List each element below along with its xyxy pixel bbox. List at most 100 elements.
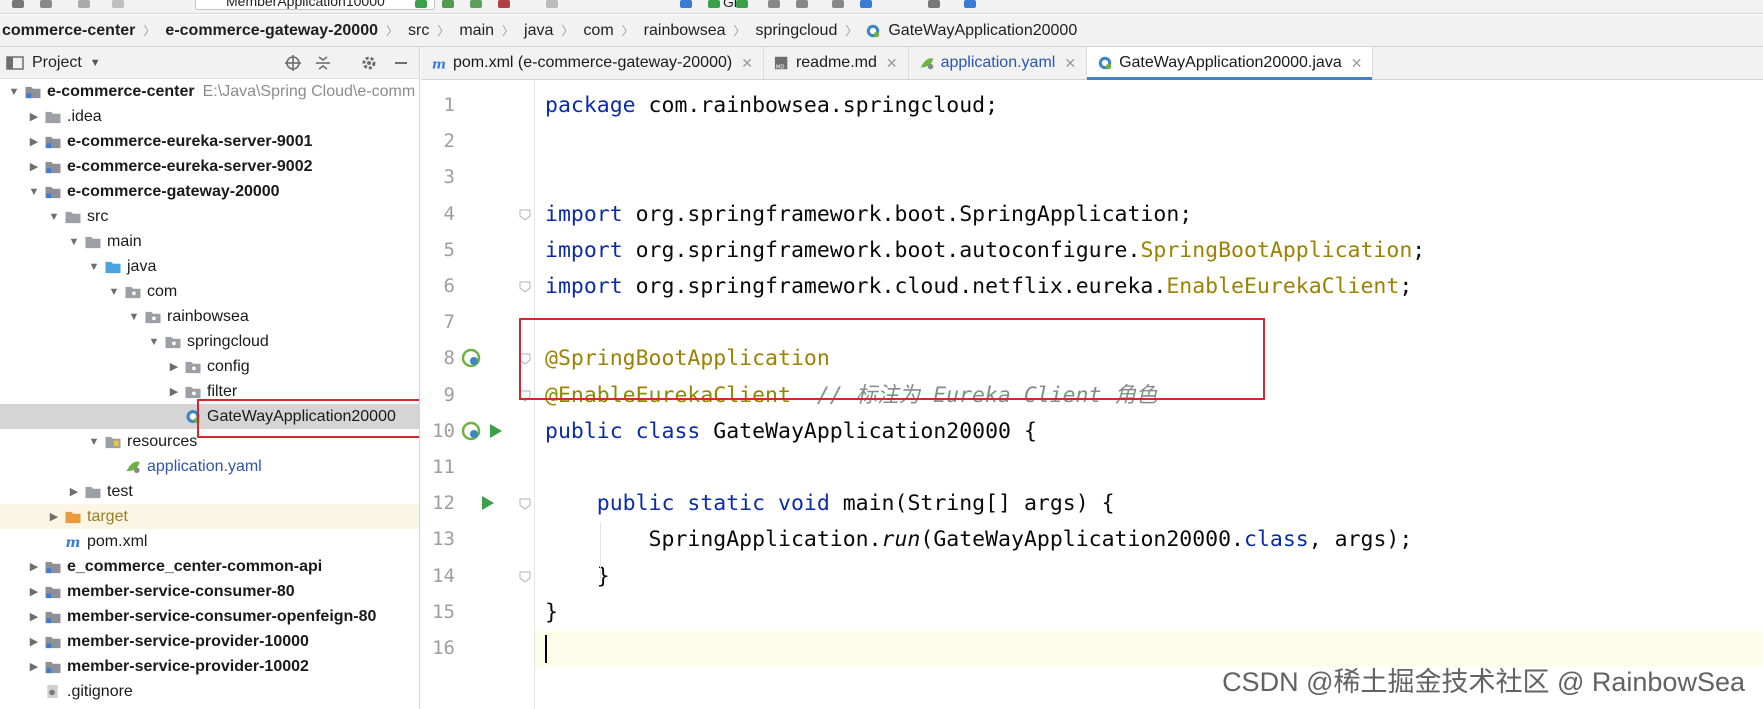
close-icon[interactable]: ✕ bbox=[1064, 55, 1076, 72]
tree-item[interactable]: ▶ member-service-consumer-80 bbox=[0, 579, 419, 604]
history-icon[interactable] bbox=[768, 0, 780, 8]
structure-icon[interactable] bbox=[860, 0, 872, 8]
tree-item[interactable]: ▶ target bbox=[0, 504, 419, 529]
fold-marker-icon[interactable] bbox=[519, 353, 531, 366]
tree-item[interactable]: ▼ e-commerce-gateway-20000 bbox=[0, 179, 419, 204]
editor-tab[interactable]: application.yaml ✕ bbox=[909, 47, 1088, 79]
locate-icon[interactable] bbox=[284, 54, 302, 72]
fold-marker-icon[interactable] bbox=[519, 390, 531, 402]
coverage-icon[interactable] bbox=[470, 0, 482, 8]
spring-bean-icon[interactable] bbox=[461, 348, 481, 368]
collapse-arrow-icon[interactable]: ▶ bbox=[166, 385, 182, 398]
breadcrumb-item[interactable]: e-commerce-gateway-20000 〉 bbox=[163, 22, 406, 40]
tree-item-label: java bbox=[127, 257, 157, 275]
tree-item[interactable]: ▼ java bbox=[0, 254, 419, 279]
tree-item[interactable]: ▶ test bbox=[0, 479, 419, 504]
tree-item[interactable]: ▼ springcloud bbox=[0, 329, 419, 354]
expand-arrow-icon[interactable]: ▼ bbox=[86, 436, 102, 448]
run-gutter-icon[interactable] bbox=[477, 493, 497, 513]
editor-tab[interactable]: m pom.xml (e-commerce-gateway-20000) ✕ bbox=[421, 47, 764, 79]
editor-tab[interactable]: GateWayApplication20000.java ✕ bbox=[1087, 47, 1374, 80]
breadcrumb-item[interactable]: rainbowsea 〉 bbox=[642, 22, 754, 40]
profile-icon[interactable] bbox=[498, 0, 510, 8]
expand-arrow-icon[interactable]: ▼ bbox=[46, 211, 62, 223]
tree-item[interactable]: ▼ com bbox=[0, 279, 419, 304]
collapse-arrow-icon[interactable]: ▶ bbox=[66, 485, 82, 498]
tree-item[interactable]: .gitignore bbox=[0, 679, 419, 704]
tree-item[interactable]: ▼ main bbox=[0, 229, 419, 254]
tree-item[interactable]: ▶ .idea bbox=[0, 104, 419, 129]
run-icon[interactable] bbox=[415, 0, 427, 8]
fold-marker-icon[interactable] bbox=[519, 498, 531, 510]
expand-arrow-icon[interactable]: ▼ bbox=[126, 311, 142, 323]
settings-icon[interactable] bbox=[832, 0, 844, 8]
vcs-push-icon[interactable] bbox=[736, 0, 748, 8]
run-configuration-select[interactable]: MemberApplication10000 bbox=[195, 0, 435, 10]
tree-item[interactable]: ▶ member-service-consumer-openfeign-80 bbox=[0, 604, 419, 629]
debug-icon[interactable] bbox=[442, 0, 454, 8]
breadcrumb-item[interactable]: main 〉 bbox=[457, 22, 522, 40]
tree-item[interactable]: ▼ rainbowsea bbox=[0, 304, 419, 329]
breadcrumb-item[interactable]: com 〉 bbox=[581, 22, 641, 40]
breadcrumb-item[interactable]: GateWayApplication20000 bbox=[865, 22, 1079, 40]
breadcrumb-item[interactable]: java 〉 bbox=[522, 22, 581, 40]
rollback-icon[interactable] bbox=[796, 0, 808, 8]
collapse-arrow-icon[interactable]: ▶ bbox=[26, 635, 42, 648]
expand-arrow-icon[interactable]: ▼ bbox=[86, 261, 102, 273]
hide-panel-icon[interactable] bbox=[392, 54, 410, 72]
tree-item[interactable]: m pom.xml bbox=[0, 529, 419, 554]
collapse-arrow-icon[interactable]: ▶ bbox=[26, 585, 42, 598]
tree-item[interactable]: ▼ e-commerce-center E:\Java\Spring Cloud\e… bbox=[0, 79, 419, 104]
breadcrumb-item[interactable]: springcloud 〉 bbox=[754, 22, 866, 40]
collapse-arrow-icon[interactable]: ▶ bbox=[166, 360, 182, 373]
tree-item[interactable]: ▶ config bbox=[0, 354, 419, 379]
tree-item[interactable]: ▼ resources bbox=[0, 429, 419, 454]
collapse-all-icon[interactable] bbox=[314, 54, 332, 72]
expand-arrow-icon[interactable]: ▼ bbox=[26, 186, 42, 198]
close-icon[interactable]: ✕ bbox=[1351, 55, 1363, 72]
spring-bean-run-icon[interactable] bbox=[461, 421, 481, 441]
vcs-update-icon[interactable] bbox=[680, 0, 692, 8]
collapse-arrow-icon[interactable]: ▶ bbox=[46, 510, 62, 523]
collapse-arrow-icon[interactable]: ▶ bbox=[26, 560, 42, 573]
close-icon[interactable]: ✕ bbox=[886, 55, 898, 72]
breadcrumb-item[interactable]: commerce-center 〉 bbox=[0, 22, 163, 40]
close-icon[interactable]: ✕ bbox=[741, 55, 753, 72]
project-view-title[interactable]: Project bbox=[32, 54, 82, 72]
expand-arrow-icon[interactable]: ▼ bbox=[6, 86, 22, 98]
tree-item[interactable]: ▶ member-service-provider-10000 bbox=[0, 629, 419, 654]
search-everywhere-icon[interactable] bbox=[928, 0, 940, 8]
chevron-down-icon[interactable]: ▼ bbox=[90, 57, 101, 69]
tree-item[interactable]: ▶ member-service-provider-10002 bbox=[0, 654, 419, 679]
collapse-arrow-icon[interactable]: ▶ bbox=[26, 110, 42, 123]
tree-item[interactable]: application.yaml bbox=[0, 454, 419, 479]
collapse-arrow-icon[interactable]: ▶ bbox=[26, 135, 42, 148]
forward-icon[interactable] bbox=[112, 0, 124, 8]
expand-arrow-icon[interactable]: ▼ bbox=[66, 236, 82, 248]
back-icon[interactable] bbox=[78, 0, 90, 8]
expand-arrow-icon[interactable]: ▼ bbox=[106, 286, 122, 298]
collapse-arrow-icon[interactable]: ▶ bbox=[26, 610, 42, 623]
tree-item[interactable]: ▶ e-commerce-eureka-server-9001 bbox=[0, 129, 419, 154]
tree-item[interactable]: ▶ e-commerce-eureka-server-9002 bbox=[0, 154, 419, 179]
editor-tab[interactable]: MD readme.md ✕ bbox=[764, 47, 909, 79]
tree-item[interactable]: ▶ filter bbox=[0, 379, 419, 404]
breadcrumb-item[interactable]: src 〉 bbox=[406, 22, 457, 40]
vcs-commit-icon[interactable] bbox=[708, 0, 720, 8]
fold-marker-icon[interactable] bbox=[519, 571, 531, 583]
code-editor[interactable]: package com.rainbowsea.springcloud; impor… bbox=[535, 80, 1763, 709]
tree-item[interactable]: GateWayApplication20000 bbox=[0, 404, 419, 429]
collapse-arrow-icon[interactable]: ▶ bbox=[26, 660, 42, 673]
sync-icon[interactable] bbox=[40, 0, 52, 8]
stop-icon[interactable] bbox=[546, 0, 558, 8]
tree-item[interactable]: ▼ src bbox=[0, 204, 419, 229]
gear-icon[interactable] bbox=[360, 54, 378, 72]
collapse-arrow-icon[interactable]: ▶ bbox=[26, 160, 42, 173]
translate-icon[interactable] bbox=[964, 0, 976, 8]
fold-marker-icon[interactable] bbox=[519, 281, 531, 293]
run-gutter-icon[interactable] bbox=[485, 421, 505, 441]
save-icon[interactable] bbox=[12, 0, 24, 8]
tree-item[interactable]: ▶ e_commerce_center-common-api bbox=[0, 554, 419, 579]
expand-arrow-icon[interactable]: ▼ bbox=[146, 336, 162, 348]
fold-marker-icon[interactable] bbox=[519, 209, 531, 221]
